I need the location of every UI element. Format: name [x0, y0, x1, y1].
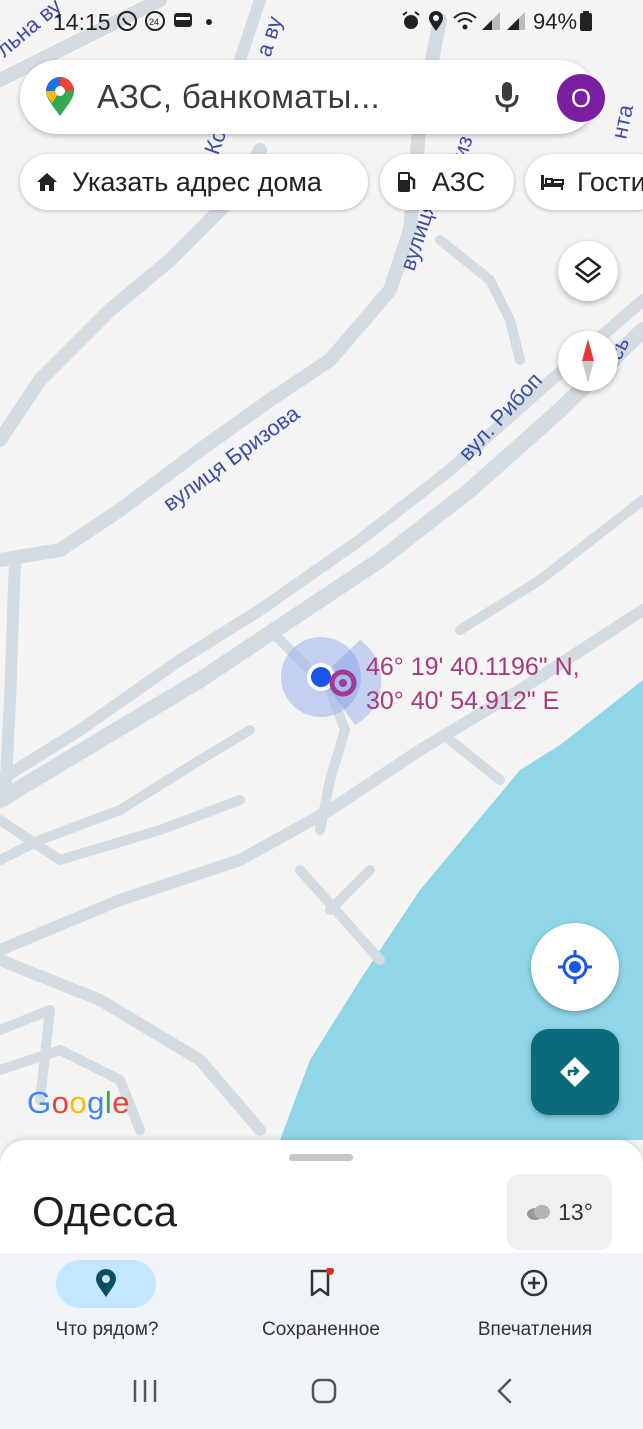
chip-gas-label: АЗС [432, 166, 486, 197]
sheet-drag-handle[interactable] [289, 1154, 353, 1161]
directions-button[interactable] [531, 1029, 619, 1115]
24-badge-icon: 24 [144, 10, 166, 38]
compass-button[interactable] [558, 331, 618, 391]
longitude-text: 30° 40' 54.912" E [366, 687, 560, 715]
temperature-text: 13° [558, 1198, 593, 1225]
gas-station-icon [398, 172, 416, 192]
battery-percent: 94% [533, 9, 578, 34]
recent-apps-icon[interactable] [132, 1378, 158, 1404]
compass-icon [582, 339, 594, 383]
city-name: Одесса [32, 1188, 177, 1235]
chip-hotels[interactable]: Гости [525, 154, 643, 210]
hotel-bed-icon [541, 175, 564, 190]
coordinates-readout: 46° 19' 40.1196" N, 30° 40' 54.912" E [366, 650, 580, 718]
wallet-icon [172, 10, 194, 36]
google-logo: Google [27, 1085, 131, 1120]
search-input[interactable]: АЗС, банкоматы... [97, 78, 380, 116]
system-navigation-bar [0, 1353, 643, 1429]
tab-saved-label: Сохраненное [262, 1319, 380, 1340]
tab-explore-label: Что рядом? [55, 1319, 159, 1340]
microphone-icon[interactable] [494, 80, 520, 114]
back-icon[interactable] [494, 1377, 514, 1405]
tab-explore[interactable]: Что рядом? [0, 1253, 214, 1353]
add-circle-icon [520, 1269, 548, 1297]
place-pin-icon [96, 1269, 116, 1297]
status-bar: 14:15 24 94% [0, 0, 643, 46]
cloud-icon [527, 1205, 551, 1220]
avatar[interactable]: O [557, 74, 605, 122]
home-icon [37, 173, 57, 191]
viber-icon [116, 10, 138, 38]
dot-icon [205, 10, 213, 38]
my-location-button[interactable] [531, 923, 619, 1011]
latitude-text: 46° 19' 40.1196" N, [366, 653, 580, 681]
layers-icon [574, 256, 602, 284]
tab-contribute[interactable]: Впечатления [428, 1253, 642, 1353]
tab-contribute-label: Впечатления [477, 1319, 593, 1340]
chip-home-address[interactable]: Указать адрес дома [20, 154, 368, 210]
weather-badge[interactable]: 13° [507, 1174, 612, 1250]
svg-text:24: 24 [149, 17, 159, 27]
tab-saved[interactable]: Сохраненное [214, 1253, 428, 1353]
signal-icon [480, 10, 502, 38]
layers-button[interactable] [558, 241, 618, 301]
alarm-icon [400, 10, 422, 38]
directions-icon [560, 1057, 590, 1087]
chip-hotels-label: Гости [577, 166, 643, 197]
chip-home-label: Указать адрес дома [72, 166, 322, 197]
google-maps-logo-icon [46, 77, 74, 116]
wifi-icon [452, 10, 478, 38]
location-icon [427, 10, 445, 38]
home-button-icon[interactable] [310, 1377, 338, 1405]
signal-icon-2 [505, 10, 527, 38]
bookmark-icon [310, 1268, 334, 1297]
chip-gas-station[interactable]: АЗС [380, 154, 514, 210]
status-time: 14:15 [53, 9, 111, 35]
bottom-tab-bar: Что рядом? Сохраненное Впечатления [0, 1253, 643, 1353]
crosshair-icon [558, 950, 592, 984]
battery-icon [580, 11, 592, 37]
search-bar[interactable]: АЗС, банкоматы... O [20, 60, 605, 134]
